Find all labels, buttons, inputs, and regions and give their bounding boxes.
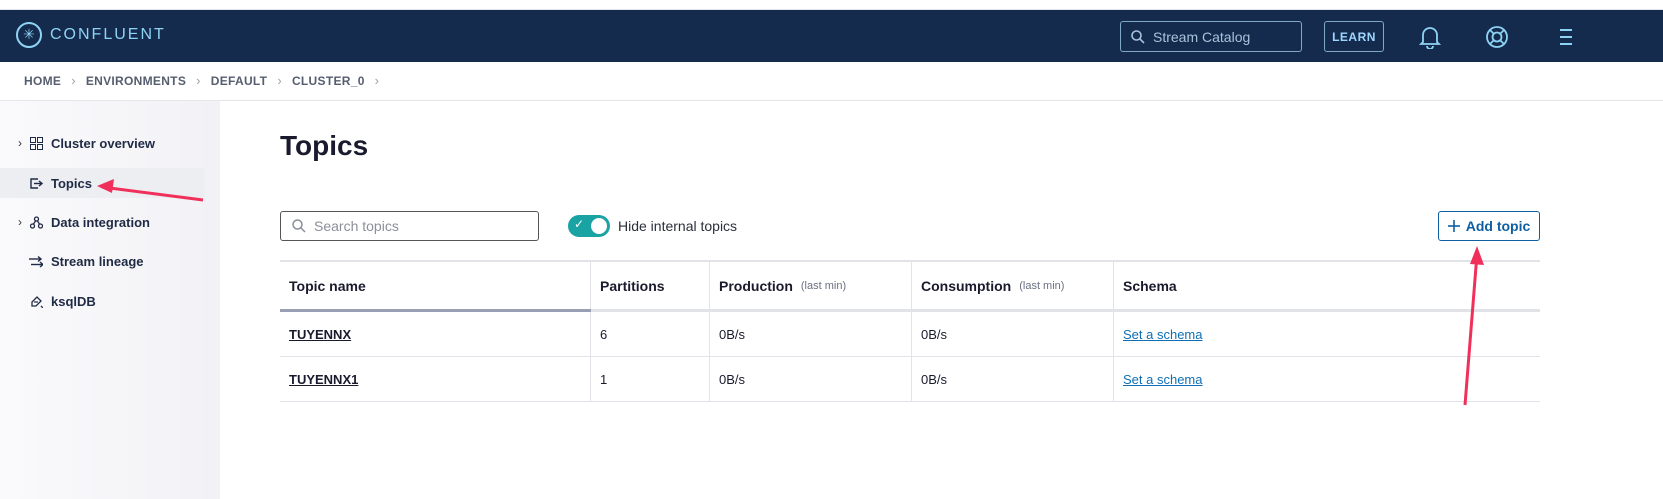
schema-cell: Set a schema bbox=[1114, 312, 1540, 356]
integration-icon bbox=[29, 215, 43, 229]
breadcrumb-home[interactable]: HOME bbox=[24, 74, 61, 88]
set-schema-link[interactable]: Set a schema bbox=[1123, 327, 1203, 342]
column-header-label: Consumption bbox=[921, 277, 1012, 294]
stream-catalog-placeholder: Stream Catalog bbox=[1153, 28, 1251, 45]
chevron-right-icon[interactable]: › bbox=[18, 215, 22, 229]
topic-icon bbox=[29, 176, 43, 190]
column-header-label: Topic name bbox=[289, 277, 366, 294]
topic-link[interactable]: TUYENNX bbox=[289, 327, 351, 342]
search-icon bbox=[1131, 29, 1145, 44]
sidebar-item-cluster-overview[interactable]: › Cluster overview bbox=[0, 128, 205, 158]
add-topic-label: Add topic bbox=[1465, 218, 1531, 234]
topic-name-cell: TUYENNX bbox=[280, 312, 591, 356]
page-title: Topics bbox=[280, 130, 369, 161]
table-row: TUYENNX 6 0B/s 0B/s Set a schema bbox=[280, 312, 1540, 357]
production-cell: 0B/s bbox=[710, 357, 912, 401]
column-header-label: Schema bbox=[1123, 277, 1177, 294]
sidebar-item-label: Stream lineage bbox=[51, 253, 144, 269]
toggle-label: Hide internal topics bbox=[618, 218, 738, 234]
sidebar-item-label: Data integration bbox=[51, 214, 150, 230]
plus-icon bbox=[1447, 220, 1460, 232]
add-topic-button[interactable]: Add topic bbox=[1438, 211, 1540, 241]
breadcrumb-environments[interactable]: ENVIRONMENTS bbox=[86, 74, 186, 88]
topics-table: Topic name Partitions Production (last mi… bbox=[280, 260, 1540, 402]
top-strip bbox=[0, 0, 1663, 10]
breadcrumb-chevron-icon: › bbox=[196, 73, 201, 88]
sidebar-item-ksqldb[interactable]: ksqlDB bbox=[0, 286, 205, 316]
grid-icon bbox=[29, 136, 43, 150]
chevron-right-icon[interactable]: › bbox=[18, 136, 22, 150]
breadcrumb-divider bbox=[0, 100, 1663, 101]
check-icon: ✓ bbox=[574, 217, 585, 231]
breadcrumb: HOME › ENVIRONMENTS › DEFAULT › CLUSTER_… bbox=[24, 73, 379, 88]
confluent-logo-icon: ✳ bbox=[16, 22, 42, 48]
breadcrumb-cluster[interactable]: CLUSTER_0 bbox=[292, 74, 365, 88]
menu-icon[interactable] bbox=[1552, 24, 1578, 50]
learn-button[interactable]: LEARN bbox=[1324, 21, 1384, 52]
sidebar-item-label: ksqlDB bbox=[51, 293, 96, 309]
column-header-sublabel: (last min) bbox=[1019, 279, 1065, 292]
stream-catalog-search[interactable]: Stream Catalog bbox=[1120, 21, 1302, 52]
search-icon bbox=[292, 219, 306, 233]
breadcrumb-chevron-icon: › bbox=[277, 73, 282, 88]
partitions-cell: 1 bbox=[591, 357, 710, 401]
consumption-cell: 0B/s bbox=[912, 357, 1114, 401]
schema-cell: Set a schema bbox=[1114, 357, 1540, 401]
column-header-topic-name[interactable]: Topic name bbox=[280, 262, 591, 309]
column-header-label: Partitions bbox=[600, 277, 665, 294]
topic-name-cell: TUYENNX1 bbox=[280, 357, 591, 401]
ksqldb-icon bbox=[29, 294, 43, 308]
consumption-cell: 0B/s bbox=[912, 312, 1114, 356]
column-header-production[interactable]: Production (last min) bbox=[710, 262, 912, 309]
column-header-schema: Schema bbox=[1114, 262, 1540, 309]
search-topics-input[interactable]: Search topics bbox=[280, 211, 539, 241]
topic-link[interactable]: TUYENNX1 bbox=[289, 372, 358, 387]
set-schema-link[interactable]: Set a schema bbox=[1123, 372, 1203, 387]
column-header-sublabel: (last min) bbox=[800, 279, 847, 292]
search-topics-placeholder: Search topics bbox=[314, 218, 399, 234]
logo-text: CONFLUENT bbox=[50, 26, 166, 43]
sidebar-item-stream-lineage[interactable]: Stream lineage bbox=[0, 246, 205, 276]
sidebar-item-topics[interactable]: Topics bbox=[0, 168, 205, 198]
hide-internal-topics-toggle[interactable]: ✓ bbox=[568, 215, 610, 237]
lineage-icon bbox=[29, 254, 43, 268]
partitions-cell: 6 bbox=[591, 312, 710, 356]
column-header-label: Production bbox=[719, 277, 793, 294]
column-header-consumption[interactable]: Consumption (last min) bbox=[912, 262, 1114, 309]
breadcrumb-chevron-icon: › bbox=[71, 73, 76, 88]
sidebar-item-label: Topics bbox=[51, 175, 92, 191]
toggle-knob bbox=[591, 218, 607, 234]
production-cell: 0B/s bbox=[710, 312, 912, 356]
column-header-partitions[interactable]: Partitions bbox=[591, 262, 710, 309]
top-navbar: ✳ CONFLUENT Stream Catalog LEARN bbox=[0, 10, 1663, 62]
breadcrumb-chevron-icon: › bbox=[374, 73, 380, 88]
sidebar-item-label: Cluster overview bbox=[51, 135, 156, 151]
confluent-logo[interactable]: ✳ CONFLUENT bbox=[16, 22, 166, 48]
table-row: TUYENNX1 1 0B/s 0B/s Set a schema bbox=[280, 357, 1540, 402]
bell-icon[interactable] bbox=[1417, 24, 1443, 50]
sidebar: › Cluster overview Topics › Data integra… bbox=[0, 101, 220, 499]
sidebar-item-data-integration[interactable]: › Data integration bbox=[0, 207, 205, 237]
breadcrumb-default[interactable]: DEFAULT bbox=[211, 74, 268, 88]
table-header: Topic name Partitions Production (last mi… bbox=[280, 262, 1540, 312]
help-lifebuoy-icon[interactable] bbox=[1484, 24, 1510, 50]
